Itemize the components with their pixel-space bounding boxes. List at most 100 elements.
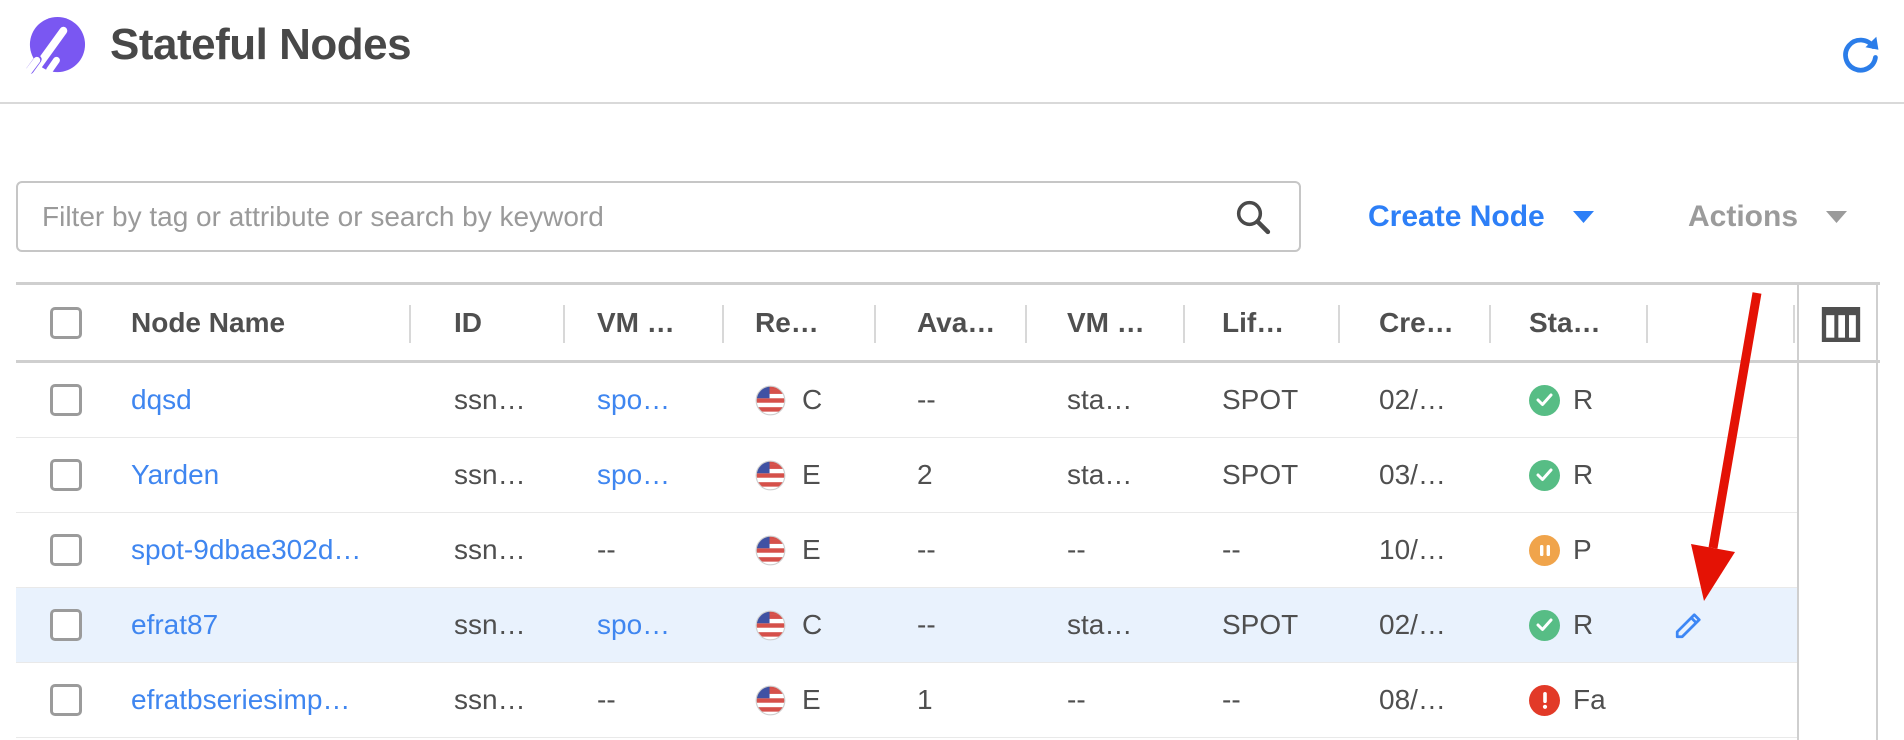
table-right-border <box>1876 282 1878 740</box>
filter-input[interactable] <box>16 181 1301 252</box>
search-icon <box>1232 196 1274 238</box>
us-flag-icon <box>755 385 786 416</box>
vm-size: sta… <box>1067 459 1132 491</box>
us-flag-icon <box>755 610 786 641</box>
node-name-link[interactable]: spot-9dbae302d… <box>131 534 361 566</box>
created-date: 02/… <box>1379 609 1446 641</box>
node-name-link[interactable]: dqsd <box>131 384 192 416</box>
row-checkbox[interactable] <box>50 459 82 491</box>
create-node-label: Create Node <box>1368 200 1545 234</box>
us-flag-icon <box>755 685 786 716</box>
status-running-icon <box>1529 610 1560 641</box>
column-separator <box>722 305 724 343</box>
vm-name: -- <box>597 534 616 566</box>
table-body: dqsd ssn… spo… C <box>16 363 1880 738</box>
table-row[interactable]: Yarden ssn… spo… E <box>16 438 1880 513</box>
row-checkbox[interactable] <box>50 609 82 641</box>
column-header-vm_name[interactable]: VM … <box>563 307 722 339</box>
table-header-row: Node NameIDVM …Re…Ava…VM …Lif…Cre…Sta… <box>16 285 1880 363</box>
vm-size: -- <box>1067 534 1086 566</box>
region-code: E <box>802 684 821 716</box>
node-id: ssn… <box>454 459 526 491</box>
refresh-icon[interactable] <box>1838 34 1880 76</box>
table-vertical-divider <box>1797 282 1799 740</box>
select-all-checkbox[interactable] <box>50 307 82 339</box>
availability-zone: 2 <box>917 459 933 491</box>
row-checkbox[interactable] <box>50 534 82 566</box>
row-checkbox[interactable] <box>50 384 82 416</box>
availability-zone: -- <box>917 534 936 566</box>
vm-name-link[interactable]: spo… <box>597 459 670 491</box>
column-separator <box>1183 305 1185 343</box>
created-date: 08/… <box>1379 684 1446 716</box>
column-header-created[interactable]: Cre… <box>1338 307 1489 339</box>
status-label: R <box>1573 384 1593 416</box>
availability-zone: -- <box>917 384 936 416</box>
column-header-id[interactable]: ID <box>409 307 563 339</box>
nodes-table: Node NameIDVM …Re…Ava…VM …Lif…Cre…Sta… d… <box>16 282 1880 740</box>
node-id: ssn… <box>454 684 526 716</box>
lifecycle: SPOT <box>1222 609 1298 641</box>
node-id: ssn… <box>454 609 526 641</box>
table-row[interactable]: efratbseriesimp… ssn… -- <box>16 663 1880 738</box>
actions-button[interactable]: Actions <box>1688 181 1849 252</box>
status-paused-icon <box>1529 535 1560 566</box>
node-id: ssn… <box>454 384 526 416</box>
lifecycle: SPOT <box>1222 384 1298 416</box>
actions-label: Actions <box>1688 200 1798 234</box>
created-date: 10/… <box>1379 534 1446 566</box>
column-chooser-icon[interactable] <box>1821 306 1861 343</box>
column-separator <box>563 305 565 343</box>
column-header-lifecycle[interactable]: Lif… <box>1183 307 1338 339</box>
app-header: Stateful Nodes <box>0 0 1904 102</box>
vm-size: -- <box>1067 684 1086 716</box>
lifecycle: -- <box>1222 534 1241 566</box>
status-label: R <box>1573 459 1593 491</box>
column-separator <box>1025 305 1027 343</box>
header-divider <box>0 102 1904 104</box>
lifecycle: -- <box>1222 684 1241 716</box>
node-name-link[interactable]: efratbseriesimp… <box>131 684 350 716</box>
table-row[interactable]: dqsd ssn… spo… C <box>16 363 1880 438</box>
region-code: E <box>802 534 821 566</box>
spot-logo-icon <box>24 15 87 78</box>
us-flag-icon <box>755 460 786 491</box>
node-name-link[interactable]: efrat87 <box>131 609 218 641</box>
node-id: ssn… <box>454 534 526 566</box>
region-code: C <box>802 384 822 416</box>
status-label: P <box>1573 534 1592 566</box>
vm-size: sta… <box>1067 609 1132 641</box>
column-header-vm_size[interactable]: VM … <box>1025 307 1183 339</box>
column-separator <box>409 305 411 343</box>
lifecycle: SPOT <box>1222 459 1298 491</box>
create-node-button[interactable]: Create Node <box>1368 181 1596 252</box>
edit-pencil-icon[interactable] <box>1672 609 1705 642</box>
row-checkbox[interactable] <box>50 684 82 716</box>
vm-name-link[interactable]: spo… <box>597 609 670 641</box>
us-flag-icon <box>755 535 786 566</box>
status-label: R <box>1573 609 1593 641</box>
column-separator <box>1489 305 1491 343</box>
table-row[interactable]: spot-9dbae302d… ssn… -- <box>16 513 1880 588</box>
region-code: E <box>802 459 821 491</box>
column-header-availability[interactable]: Ava… <box>874 307 1025 339</box>
column-header-name[interactable]: Node Name <box>116 307 409 339</box>
node-name-link[interactable]: Yarden <box>131 459 219 491</box>
created-date: 02/… <box>1379 384 1446 416</box>
chevron-down-icon <box>1571 209 1596 225</box>
column-header-status[interactable]: Sta… <box>1489 307 1646 339</box>
column-header-region[interactable]: Re… <box>722 307 874 339</box>
availability-zone: -- <box>917 609 936 641</box>
status-running-icon <box>1529 385 1560 416</box>
column-separator <box>1793 305 1795 343</box>
stateful-nodes-page: Stateful Nodes Create Node Actions Node … <box>0 0 1904 740</box>
status-label: Fa <box>1573 684 1606 716</box>
column-separator <box>874 305 876 343</box>
column-separator <box>1646 305 1648 343</box>
region-code: C <box>802 609 822 641</box>
status-running-icon <box>1529 460 1560 491</box>
availability-zone: 1 <box>917 684 933 716</box>
vm-name-link[interactable]: spo… <box>597 384 670 416</box>
chevron-down-icon <box>1824 209 1849 225</box>
table-row[interactable]: efrat87 ssn… spo… C <box>16 588 1880 663</box>
